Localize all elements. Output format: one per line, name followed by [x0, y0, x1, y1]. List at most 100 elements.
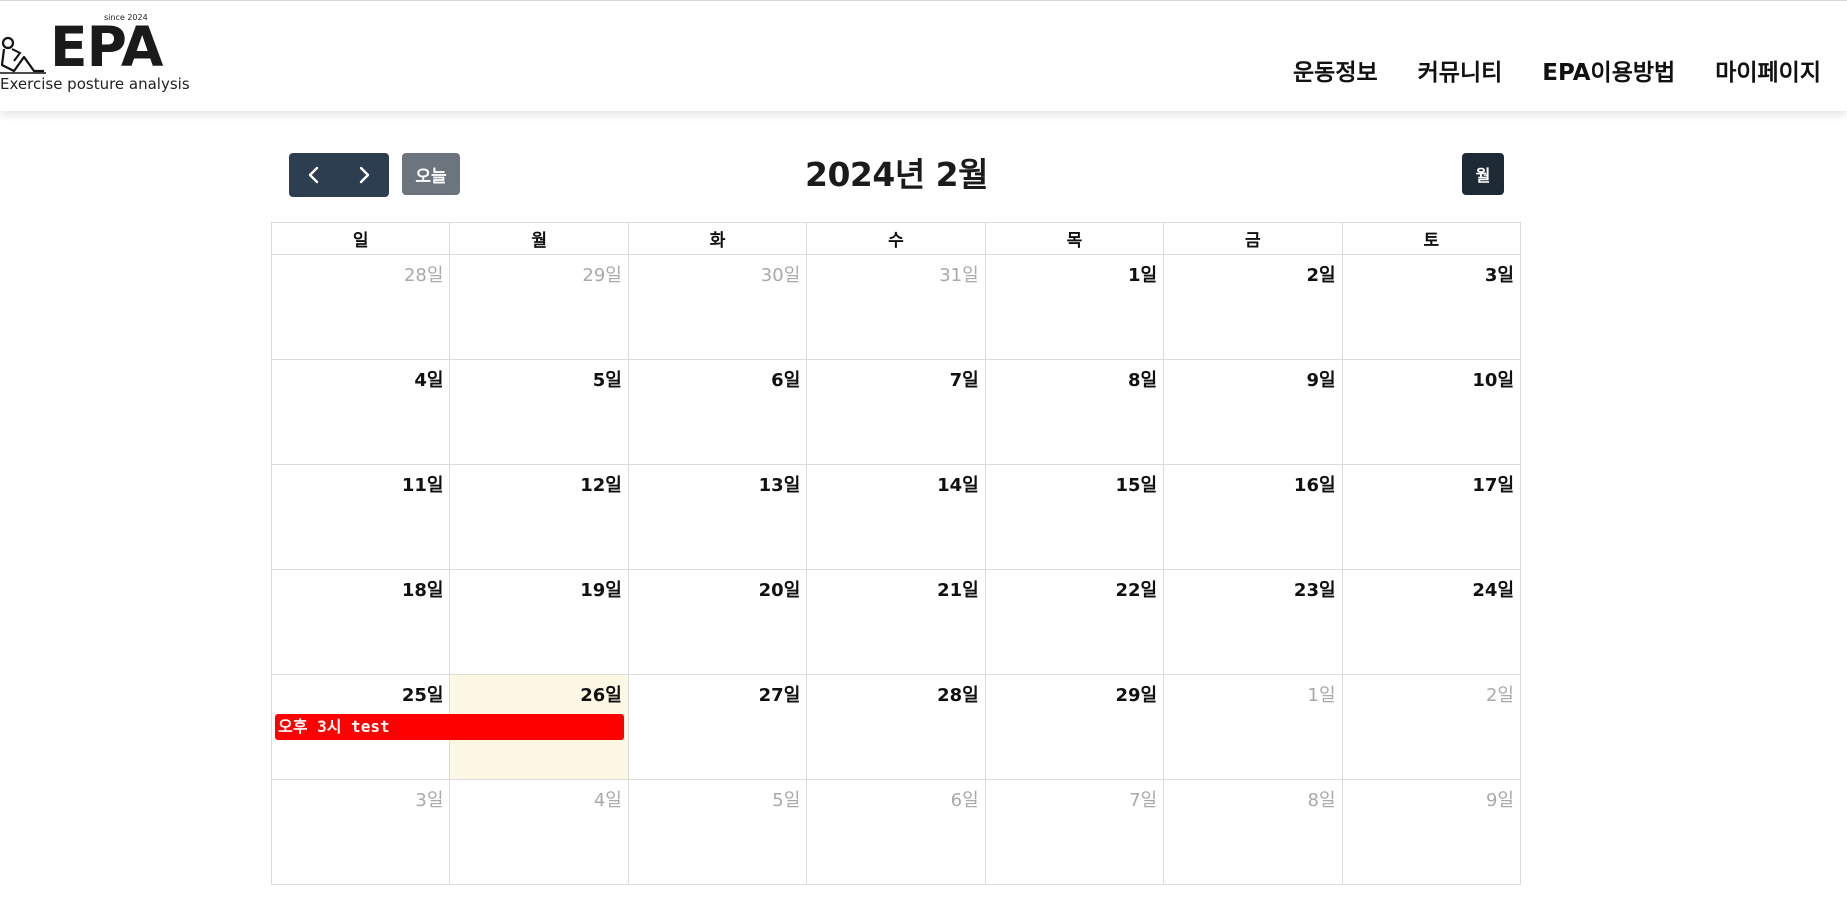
day-cell[interactable]: 4일 [270, 359, 451, 465]
day-cell[interactable]: 21일 [806, 569, 986, 675]
prev-month-button[interactable] [289, 153, 339, 197]
day-cell[interactable]: 24일 [1341, 569, 1522, 675]
nav-item-community[interactable]: 커뮤니티 [1418, 53, 1503, 87]
day-cell[interactable]: 23일 [1163, 569, 1343, 675]
day-number[interactable]: 8일 [1308, 786, 1336, 812]
day-cell[interactable]: 1일 [984, 254, 1165, 360]
day-number[interactable]: 16일 [1294, 471, 1336, 497]
day-cell[interactable]: 2일 [1163, 254, 1343, 360]
day-number[interactable]: 4일 [414, 366, 443, 392]
day-number[interactable]: 30일 [761, 261, 800, 287]
nav-item-exercise-info[interactable]: 운동정보 [1293, 53, 1378, 87]
day-number[interactable]: 8일 [1128, 366, 1157, 392]
day-cell[interactable]: 18일 [270, 569, 451, 675]
logo-subtitle: Exercise posture analysis [0, 75, 190, 93]
day-number[interactable]: 17일 [1472, 471, 1514, 497]
day-cell[interactable]: 5일 [627, 779, 808, 885]
day-number[interactable]: 25일 [402, 681, 444, 707]
day-number[interactable]: 10일 [1472, 366, 1514, 392]
day-cell[interactable]: 9일 [1163, 359, 1343, 465]
day-cell[interactable]: 12일 [449, 464, 629, 570]
day-number[interactable]: 24일 [1472, 576, 1514, 602]
today-button[interactable]: 오늘 [402, 153, 460, 195]
nav-item-how-to-use[interactable]: EPA이용방법 [1542, 53, 1675, 87]
day-number[interactable]: 22일 [1116, 576, 1158, 602]
day-cell[interactable]: 10일 [1341, 359, 1522, 465]
sit-up-figure-icon [0, 36, 46, 74]
day-cell[interactable]: 31일 [806, 254, 986, 360]
prev-next-button-group [289, 153, 389, 197]
day-cell[interactable]: 8일 [1163, 779, 1343, 885]
month-view-button[interactable]: 월 [1462, 153, 1504, 195]
day-cell[interactable]: 30일 [627, 254, 808, 360]
week-row: 3일 4일 5일 6일 7일 8일 9일 [270, 779, 1522, 885]
day-cell[interactable]: 13일 [627, 464, 808, 570]
day-number[interactable]: 4일 [594, 786, 622, 812]
day-cell[interactable]: 28일 [806, 674, 986, 780]
day-cell[interactable]: 3일 [1341, 254, 1522, 360]
day-cell[interactable]: 16일 [1163, 464, 1343, 570]
day-cell[interactable]: 5일 [449, 359, 629, 465]
nav-item-my-page[interactable]: 마이페이지 [1715, 53, 1821, 87]
calendar-event[interactable]: 오후 3시 test [275, 714, 624, 740]
day-cell[interactable]: 11일 [270, 464, 451, 570]
day-number[interactable]: 5일 [772, 786, 800, 812]
day-number[interactable]: 20일 [759, 576, 801, 602]
day-number[interactable]: 7일 [1129, 786, 1157, 812]
day-number[interactable]: 21일 [937, 576, 979, 602]
day-number[interactable]: 1일 [1128, 261, 1157, 287]
day-cell[interactable]: 7일 [984, 779, 1165, 885]
day-cell[interactable]: 29일 [449, 254, 629, 360]
day-cell[interactable]: 6일 [806, 779, 986, 885]
day-number[interactable]: 2일 [1486, 681, 1514, 707]
next-month-button[interactable] [339, 153, 389, 197]
day-cell[interactable]: 15일 [984, 464, 1165, 570]
epa-logo[interactable]: since 2024 EPA Exercise posture analysis [0, 9, 190, 99]
day-cell[interactable]: 25일오후 3시 test [270, 674, 624, 780]
day-number[interactable]: 27일 [759, 681, 801, 707]
day-number[interactable]: 6일 [771, 366, 800, 392]
day-cell[interactable]: 3일 [270, 779, 451, 885]
day-cell[interactable]: 2일 [1341, 674, 1522, 780]
day-number[interactable]: 15일 [1116, 471, 1158, 497]
weekday-header: 월 [449, 222, 629, 255]
day-number[interactable]: 12일 [580, 471, 622, 497]
day-number[interactable]: 29일 [1116, 681, 1158, 707]
day-cell[interactable]: 9일 [1341, 779, 1522, 885]
day-number[interactable]: 9일 [1306, 366, 1335, 392]
day-cell[interactable]: 8일 [984, 359, 1165, 465]
day-cell[interactable]: 1일 [1163, 674, 1343, 780]
day-number[interactable]: 14일 [937, 471, 979, 497]
day-cell[interactable]: 20일 [627, 569, 808, 675]
day-number[interactable]: 11일 [402, 471, 444, 497]
day-cell[interactable]: 14일 [806, 464, 986, 570]
day-number[interactable]: 31일 [939, 261, 978, 287]
day-number[interactable]: 23일 [1294, 576, 1336, 602]
day-cell[interactable]: 27일 [627, 674, 808, 780]
day-cell[interactable]: 7일 [806, 359, 986, 465]
top-navigation-bar: since 2024 EPA Exercise posture analysis… [0, 0, 1847, 111]
day-number[interactable]: 18일 [402, 576, 444, 602]
day-number[interactable]: 9일 [1486, 786, 1514, 812]
day-number[interactable]: 28일 [404, 261, 443, 287]
day-cell[interactable]: 29일 [984, 674, 1165, 780]
day-cell[interactable]: 4일 [449, 779, 629, 885]
day-number[interactable]: 19일 [580, 576, 622, 602]
day-number[interactable]: 3일 [1485, 261, 1514, 287]
day-number[interactable]: 28일 [937, 681, 979, 707]
day-number[interactable]: 1일 [1308, 681, 1336, 707]
day-cell[interactable]: 17일 [1341, 464, 1522, 570]
day-number[interactable]: 7일 [950, 366, 979, 392]
day-cell[interactable]: 19일 [449, 569, 629, 675]
week-row: 11일 12일 13일 14일 15일 16일 17일 [270, 464, 1522, 570]
day-number[interactable]: 2일 [1306, 261, 1335, 287]
day-number[interactable]: 3일 [415, 786, 443, 812]
day-cell[interactable]: 28일 [270, 254, 451, 360]
day-number[interactable]: 29일 [582, 261, 621, 287]
day-number[interactable]: 6일 [951, 786, 979, 812]
day-number[interactable]: 13일 [759, 471, 801, 497]
day-cell[interactable]: 22일 [984, 569, 1165, 675]
day-number[interactable]: 26일 [580, 681, 622, 707]
day-number[interactable]: 5일 [593, 366, 622, 392]
day-cell[interactable]: 6일 [627, 359, 808, 465]
